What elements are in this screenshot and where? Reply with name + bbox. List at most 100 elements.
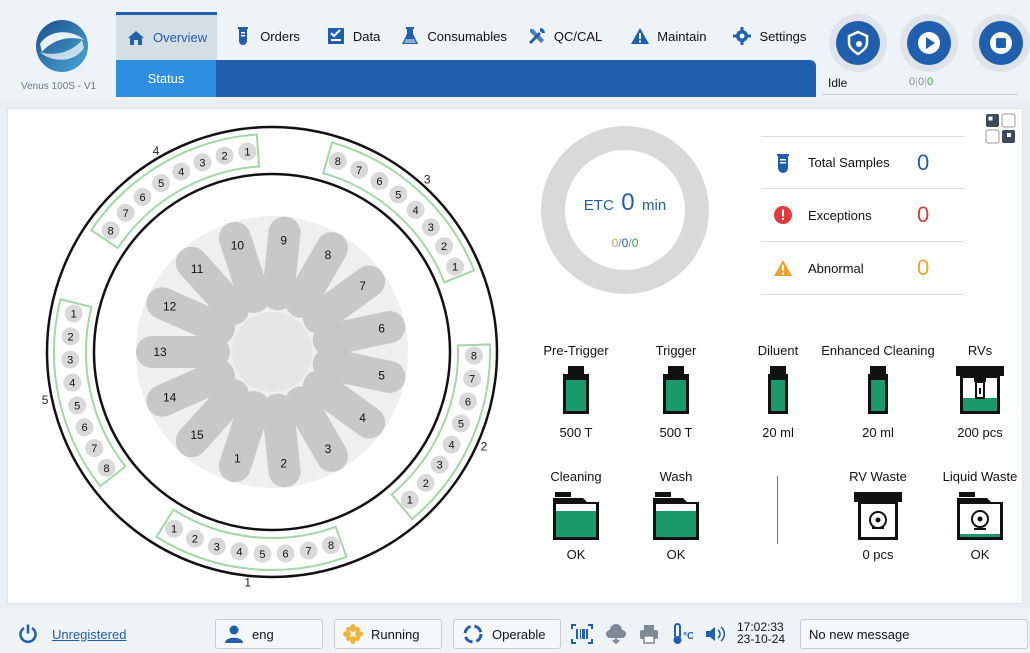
consumable-enhanced-cleaning[interactable]: Enhanced Cleaning 20 ml — [818, 343, 938, 440]
message-box[interactable]: No new message — [800, 619, 1028, 649]
layout-toggle-icon[interactable] — [985, 113, 1017, 145]
svg-text:7: 7 — [123, 208, 129, 220]
rack-position[interactable]: 5 — [68, 396, 87, 415]
slot-label: 2 — [280, 456, 287, 470]
warning-icon — [773, 258, 793, 278]
registration-link[interactable]: Unregistered — [52, 627, 126, 642]
rack-position[interactable]: 4 — [172, 162, 191, 181]
slot-label: 11 — [191, 262, 204, 276]
consumable-liquid-waste[interactable]: Liquid Waste OK — [938, 469, 1022, 562]
svg-text:1: 1 — [171, 524, 177, 536]
rack-position[interactable]: 4 — [406, 200, 425, 219]
rack-position[interactable]: 1 — [238, 142, 257, 161]
temperature-icon[interactable]: °C — [671, 623, 693, 645]
rack-position[interactable]: 8 — [464, 346, 483, 365]
consumable-value: 500 T — [659, 425, 693, 440]
rack-position[interactable]: 6 — [458, 392, 477, 411]
consumable-rv-waste[interactable]: RV Waste 0 pcs — [835, 469, 921, 562]
rack-position[interactable]: 1 — [165, 519, 184, 538]
consumable-wash[interactable]: Wash OK — [648, 469, 704, 562]
slot-label: 7 — [359, 279, 366, 293]
speaker-icon[interactable] — [705, 624, 727, 644]
tab-qc-cal[interactable]: QC/CAL — [517, 12, 612, 60]
svg-text:1: 1 — [407, 495, 413, 507]
rack-position[interactable]: 8 — [328, 152, 347, 171]
tab-settings[interactable]: Settings — [722, 12, 816, 60]
consumable-diluent[interactable]: Diluent 20 ml — [752, 343, 804, 440]
user-icon — [225, 625, 243, 643]
rack-position[interactable]: 8 — [97, 458, 116, 477]
svg-text:8: 8 — [103, 463, 109, 475]
rack-position[interactable]: 6 — [370, 171, 389, 190]
rack-position[interactable]: 2 — [435, 237, 454, 256]
consumable-trigger[interactable]: Trigger 500 T — [648, 343, 704, 440]
rack-position[interactable]: 4 — [442, 435, 461, 454]
rack-position[interactable]: 6 — [276, 544, 295, 563]
rack-position[interactable]: 2 — [215, 146, 234, 165]
user-language-button[interactable]: eng — [215, 619, 323, 649]
rack-label: 1 — [244, 576, 251, 590]
stat-total-samples[interactable]: Total Samples 0 — [761, 136, 965, 189]
tab-consumables[interactable]: Consumables — [390, 12, 517, 60]
start-button[interactable] — [900, 14, 958, 72]
tab-maintain[interactable]: Maintain — [620, 12, 716, 60]
barcode-scanner-icon[interactable] — [571, 624, 593, 644]
inspect-button[interactable] — [829, 14, 887, 72]
rack-position[interactable]: 3 — [421, 218, 440, 237]
rack-position[interactable]: 7 — [350, 160, 369, 179]
rack-position[interactable]: 2 — [416, 473, 435, 492]
consumable-label: Diluent — [757, 343, 799, 358]
rack-position[interactable]: 1 — [400, 490, 419, 509]
rack-position[interactable]: 7 — [116, 203, 135, 222]
cloud-icon[interactable] — [605, 624, 627, 644]
consumable-rvs[interactable]: RVs 200 pcs — [950, 343, 1010, 440]
consumable-pre-trigger[interactable]: Pre-Trigger 500 T — [540, 343, 612, 440]
svg-text:5: 5 — [158, 178, 164, 190]
rack-position[interactable]: 3 — [430, 455, 449, 474]
clock: 17:02:33 23-10-24 — [737, 621, 785, 645]
rack-position[interactable]: 4 — [230, 542, 249, 561]
rack-position[interactable]: 6 — [133, 187, 152, 206]
rack-position[interactable]: 7 — [299, 541, 318, 560]
rack-position[interactable]: 5 — [253, 544, 272, 563]
slot-label: 8 — [325, 248, 332, 262]
tab-status[interactable]: Status — [116, 60, 216, 97]
rack-position[interactable]: 5 — [389, 185, 408, 204]
stop-button[interactable] — [972, 14, 1030, 72]
rack-position[interactable]: 1 — [64, 304, 83, 323]
consumable-value: 200 pcs — [957, 425, 1003, 440]
rack-position[interactable]: 5 — [152, 174, 171, 193]
svg-text:5: 5 — [259, 549, 265, 561]
language-label: eng — [252, 626, 274, 642]
power-button[interactable]: Unregistered — [18, 619, 126, 649]
rack-position[interactable]: 3 — [207, 537, 226, 556]
rack-position[interactable]: 3 — [193, 153, 212, 172]
operable-indicator[interactable]: Operable — [453, 619, 561, 649]
rack-position[interactable]: 2 — [185, 529, 204, 548]
svg-text:2: 2 — [441, 241, 447, 253]
consumable-cleaning[interactable]: Cleaning OK — [545, 469, 607, 562]
rack-position[interactable]: 5 — [451, 414, 470, 433]
sub-tab-bar — [116, 60, 816, 97]
stat-abnormal[interactable]: Abnormal 0 — [761, 242, 965, 295]
consumable-value: 20 ml — [862, 425, 894, 440]
tab-data[interactable]: Data — [316, 12, 390, 60]
rack-position[interactable]: 6 — [75, 418, 94, 437]
rack-position[interactable]: 7 — [85, 439, 104, 458]
rack-position[interactable]: 2 — [61, 327, 80, 346]
rack-position[interactable]: 1 — [446, 257, 465, 276]
rack-position[interactable]: 8 — [101, 221, 120, 240]
rack-position[interactable]: 7 — [463, 369, 482, 388]
rack-position[interactable]: 4 — [63, 373, 82, 392]
tab-orders[interactable]: Orders — [223, 12, 310, 60]
rack-position[interactable]: 8 — [322, 536, 341, 555]
tab-overview[interactable]: Overview — [116, 12, 218, 60]
stat-exceptions[interactable]: Exceptions 0 — [761, 189, 965, 242]
run-status-indicator[interactable]: Running — [334, 619, 442, 649]
rack-position[interactable]: 3 — [61, 350, 80, 369]
svg-text:°C: °C — [683, 631, 693, 642]
rack-label: 3 — [424, 173, 431, 187]
slot-label: 10 — [231, 238, 245, 252]
printer-icon[interactable] — [639, 624, 659, 644]
svg-text:3: 3 — [214, 541, 220, 553]
